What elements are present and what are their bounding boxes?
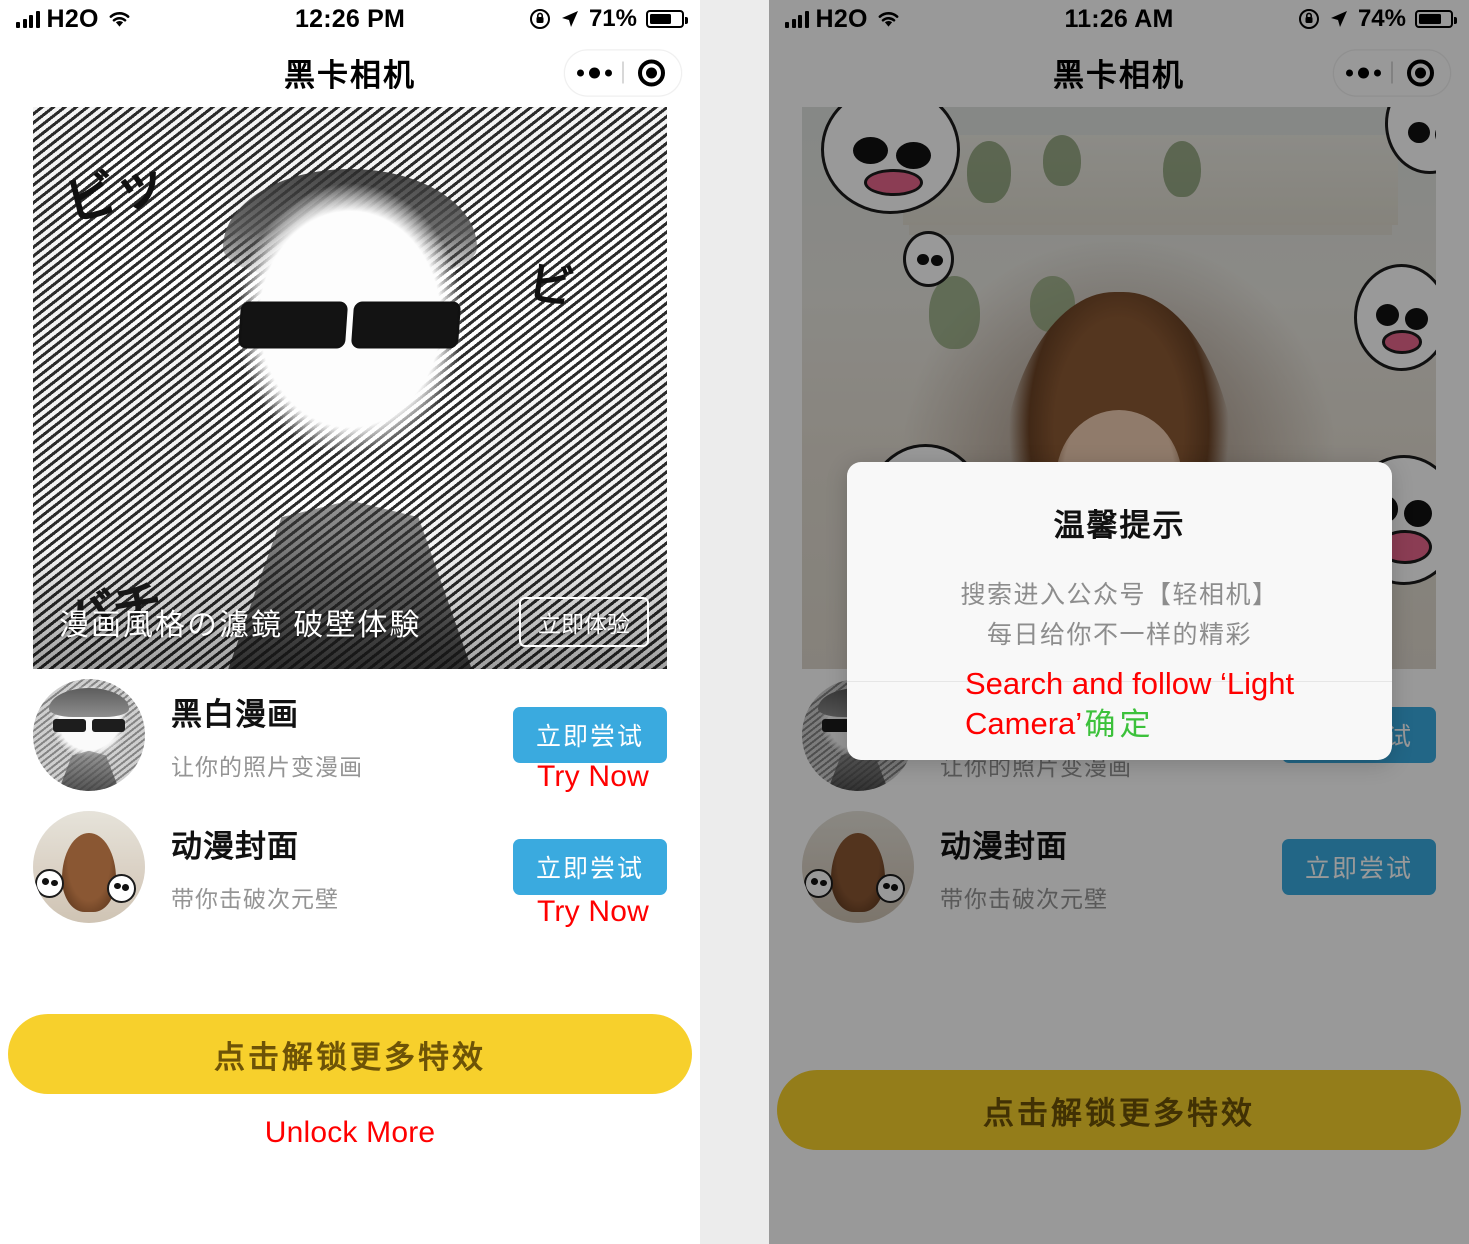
avatar bbox=[33, 811, 145, 923]
manga-sunglasses bbox=[240, 303, 460, 346]
modal-body: 搜索进入公众号【轻相机】 每日给你不一样的精彩 bbox=[847, 545, 1392, 681]
manga-sfx-2: ビ bbox=[523, 255, 576, 316]
modal-line-2: 每日给你不一样的精彩 bbox=[986, 621, 1252, 649]
list-item-text: 动漫封面 带你击破次元壁 bbox=[145, 821, 513, 914]
modal-title: 温馨提示 bbox=[1053, 508, 1186, 543]
unlock-more-button[interactable]: 点击解锁更多特效 bbox=[8, 1014, 692, 1094]
annotation-unlock-more: Unlock More bbox=[264, 1116, 436, 1149]
list-item-subtitle: 让你的照片变漫画 bbox=[171, 753, 363, 780]
annotation-try-now-1: Try Now bbox=[537, 760, 649, 793]
status-bar-right: 71% bbox=[529, 5, 688, 33]
try-now-button[interactable]: 立即尝试 bbox=[512, 839, 667, 895]
effects-list: 黑白漫画 让你的照片变漫画 立即尝试 Try Now 动漫封面 带你击破次元壁 bbox=[0, 669, 700, 933]
panel-gutter bbox=[700, 0, 769, 1244]
location-arrow-icon bbox=[561, 11, 578, 27]
list-item-title: 动漫封面 bbox=[171, 828, 299, 864]
promo-banner[interactable]: ビッ ビ バチ 漫画風格の濾鏡 破壁体験 立即体验 bbox=[33, 107, 667, 669]
try-now-button[interactable]: 立即尝试 bbox=[512, 707, 667, 763]
mini-program-capsule bbox=[564, 49, 682, 96]
more-dots-icon[interactable] bbox=[566, 67, 622, 78]
manga-portrait-avatar bbox=[33, 679, 145, 791]
list-item-subtitle: 带你击破次元壁 bbox=[171, 885, 339, 912]
phone-screen-left: H2O 12:26 PM 71% 黑卡相机 ビッ ビ 漫画風格の濾鏡 破壁体験 … bbox=[0, 0, 700, 1244]
annotation-search-follow: Search and follow ‘Light Camera’ bbox=[965, 666, 1295, 741]
annotation-try-now-2: Try Now bbox=[537, 895, 649, 928]
modal-line-1: 搜索进入公众号【轻相机】 bbox=[960, 581, 1279, 609]
anime-cover-avatar bbox=[33, 811, 145, 923]
battery-percent-label: 74% bbox=[1357, 5, 1406, 32]
location-arrow-icon bbox=[1330, 11, 1347, 27]
manga-sfx-1: ビッ bbox=[58, 151, 171, 235]
status-bar: H2O 12:26 PM 71% bbox=[0, 0, 700, 38]
battery-icon bbox=[646, 10, 688, 28]
unlock-section: 点击解锁更多特效 Unlock More bbox=[0, 1014, 700, 1150]
banner-cta-button[interactable]: 立即体验 bbox=[519, 597, 649, 647]
battery-icon bbox=[1415, 10, 1457, 28]
rotation-lock-icon bbox=[1298, 9, 1319, 29]
status-bar-right: 74% bbox=[1298, 5, 1457, 33]
comparison-stage: H2O 12:26 PM 71% 黑卡相机 ビッ ビ 漫画風格の濾鏡 破壁体験 … bbox=[0, 0, 1469, 1244]
target-circle-icon[interactable] bbox=[624, 59, 680, 86]
banner-caption: 漫画風格の濾鏡 破壁体験 bbox=[59, 609, 422, 642]
list-item-title: 黑白漫画 bbox=[171, 696, 299, 732]
manga-face bbox=[204, 180, 496, 529]
nav-bar: 黑卡相机 bbox=[0, 38, 700, 107]
page-title: 黑卡相机 bbox=[284, 58, 416, 93]
avatar bbox=[33, 679, 145, 791]
battery-percent-label: 71% bbox=[588, 5, 637, 32]
list-item-text: 黑白漫画 让你的照片变漫画 bbox=[145, 689, 513, 782]
phone-screen-right: H2O 11:26 AM 74% 黑卡相机 让你的照片变漫画 动漫封面 带你击破… bbox=[769, 0, 1469, 1244]
banner-caption-row: 漫画風格の濾鏡 破壁体験 立即体验 bbox=[59, 597, 649, 647]
rotation-lock-icon bbox=[529, 9, 550, 29]
